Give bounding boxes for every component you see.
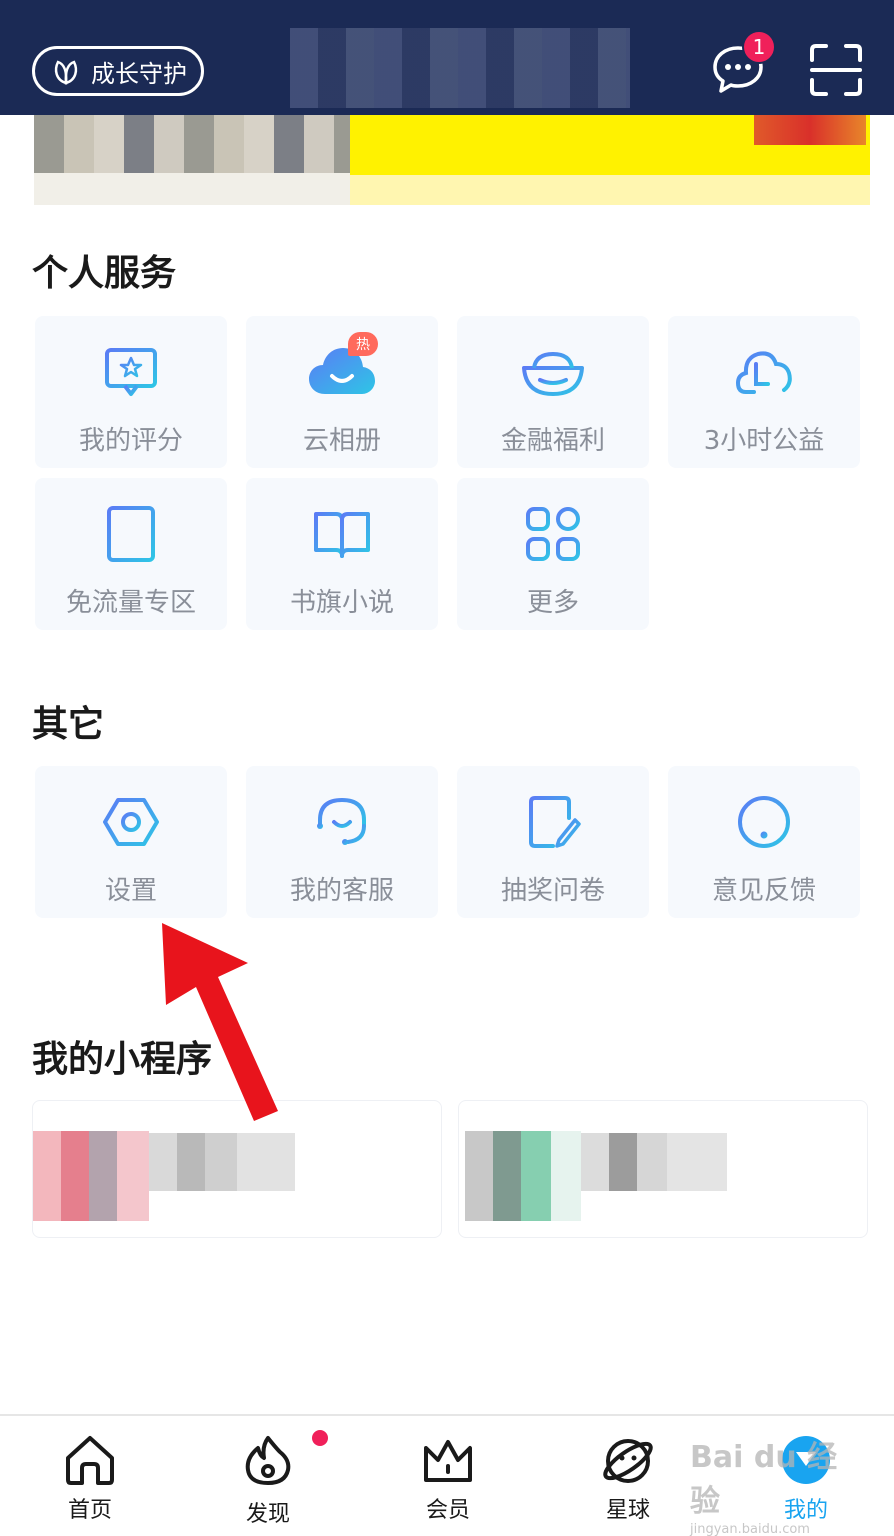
survey-icon bbox=[529, 796, 581, 848]
growth-guard-button[interactable]: 成长守护 bbox=[32, 46, 204, 96]
more-grid-icon bbox=[526, 507, 580, 561]
tab-home[interactable]: 首页 bbox=[30, 1434, 150, 1524]
service-item-label: 更多 bbox=[526, 588, 579, 618]
other-item-label: 意见反馈 bbox=[711, 876, 816, 906]
tab-discover[interactable]: 发现 bbox=[208, 1430, 328, 1528]
message-count-badge: 1 bbox=[742, 30, 776, 64]
others-title: 其它 bbox=[32, 704, 105, 745]
tab-planet[interactable]: 星球 bbox=[568, 1434, 688, 1524]
tab-label: 会员 bbox=[425, 1498, 470, 1523]
data-free-icon bbox=[107, 506, 155, 562]
growth-guard-label: 成长守护 bbox=[91, 59, 187, 88]
hot-badge: 热 bbox=[348, 332, 378, 356]
blurred-banner[interactable] bbox=[34, 115, 870, 205]
service-item-label: 我的评分 bbox=[78, 426, 183, 456]
watermark-brand: Bai du 经验 bbox=[690, 1440, 838, 1519]
blurred-username bbox=[290, 28, 630, 108]
blurred-mini-program-name bbox=[581, 1133, 727, 1191]
service-item-novel[interactable]: 书旗小说 bbox=[246, 478, 438, 630]
leaf-icon bbox=[54, 60, 78, 85]
service-item-charity[interactable]: 3小时公益 bbox=[668, 316, 860, 468]
book-icon bbox=[314, 512, 370, 558]
other-item-label: 抽奖问卷 bbox=[500, 876, 605, 906]
other-item-customer-service[interactable]: 我的客服 bbox=[246, 766, 438, 918]
planet-icon bbox=[603, 1439, 653, 1483]
charity-icon bbox=[735, 351, 792, 394]
banner-blur-accent bbox=[754, 115, 866, 145]
crown-icon bbox=[424, 1440, 472, 1482]
service-item-label: 书旗小说 bbox=[289, 588, 394, 618]
gold-ingot-icon bbox=[522, 351, 584, 396]
scan-icon[interactable] bbox=[808, 42, 864, 98]
tab-label: 首页 bbox=[67, 1498, 112, 1523]
home-icon bbox=[66, 1436, 114, 1485]
banner-blur-right-lower bbox=[350, 175, 870, 205]
mini-program-card[interactable] bbox=[458, 1100, 868, 1238]
service-item-rating[interactable]: 我的评分 bbox=[35, 316, 227, 468]
service-item-label: 3小时公益 bbox=[703, 426, 825, 456]
service-item-more[interactable]: 更多 bbox=[457, 478, 649, 630]
tab-label: 发现 bbox=[245, 1502, 290, 1527]
customer-service-icon bbox=[317, 797, 366, 845]
tab-label: 星球 bbox=[605, 1498, 650, 1523]
discover-notification-dot bbox=[312, 1430, 328, 1446]
service-item-label: 云相册 bbox=[302, 426, 381, 456]
other-item-label: 设置 bbox=[104, 876, 157, 906]
other-item-survey[interactable]: 抽奖问卷 bbox=[457, 766, 649, 918]
discover-icon bbox=[245, 1436, 291, 1485]
watermark-url: jingyan.baidu.com bbox=[690, 1522, 810, 1536]
blurred-mini-program-name bbox=[149, 1133, 295, 1191]
blurred-mini-program-icon bbox=[465, 1131, 581, 1221]
banner-blur-left bbox=[34, 115, 350, 205]
top-header: 成长守护 1 bbox=[0, 0, 894, 115]
other-item-settings[interactable]: 设置 bbox=[35, 766, 227, 918]
rating-icon bbox=[105, 348, 157, 396]
service-item-label: 免流量专区 bbox=[65, 588, 196, 618]
baidu-jingyan-watermark: Bai du 经验 jingyan.baidu.com bbox=[690, 1432, 860, 1536]
service-item-data-free[interactable]: 免流量专区 bbox=[35, 478, 227, 630]
personal-services-title: 个人服务 bbox=[32, 253, 177, 294]
service-item-cloud-album[interactable]: 热 云相册 bbox=[246, 316, 438, 468]
tab-vip[interactable]: 会员 bbox=[388, 1434, 508, 1524]
service-item-label: 金融福利 bbox=[500, 426, 605, 456]
other-item-feedback[interactable]: 意见反馈 bbox=[668, 766, 860, 918]
red-pointer-arrow bbox=[162, 923, 278, 1121]
service-item-finance[interactable]: 金融福利 bbox=[457, 316, 649, 468]
other-item-label: 我的客服 bbox=[289, 876, 394, 906]
settings-icon bbox=[103, 798, 159, 846]
blurred-mini-program-icon bbox=[33, 1131, 149, 1221]
feedback-icon bbox=[738, 796, 790, 848]
